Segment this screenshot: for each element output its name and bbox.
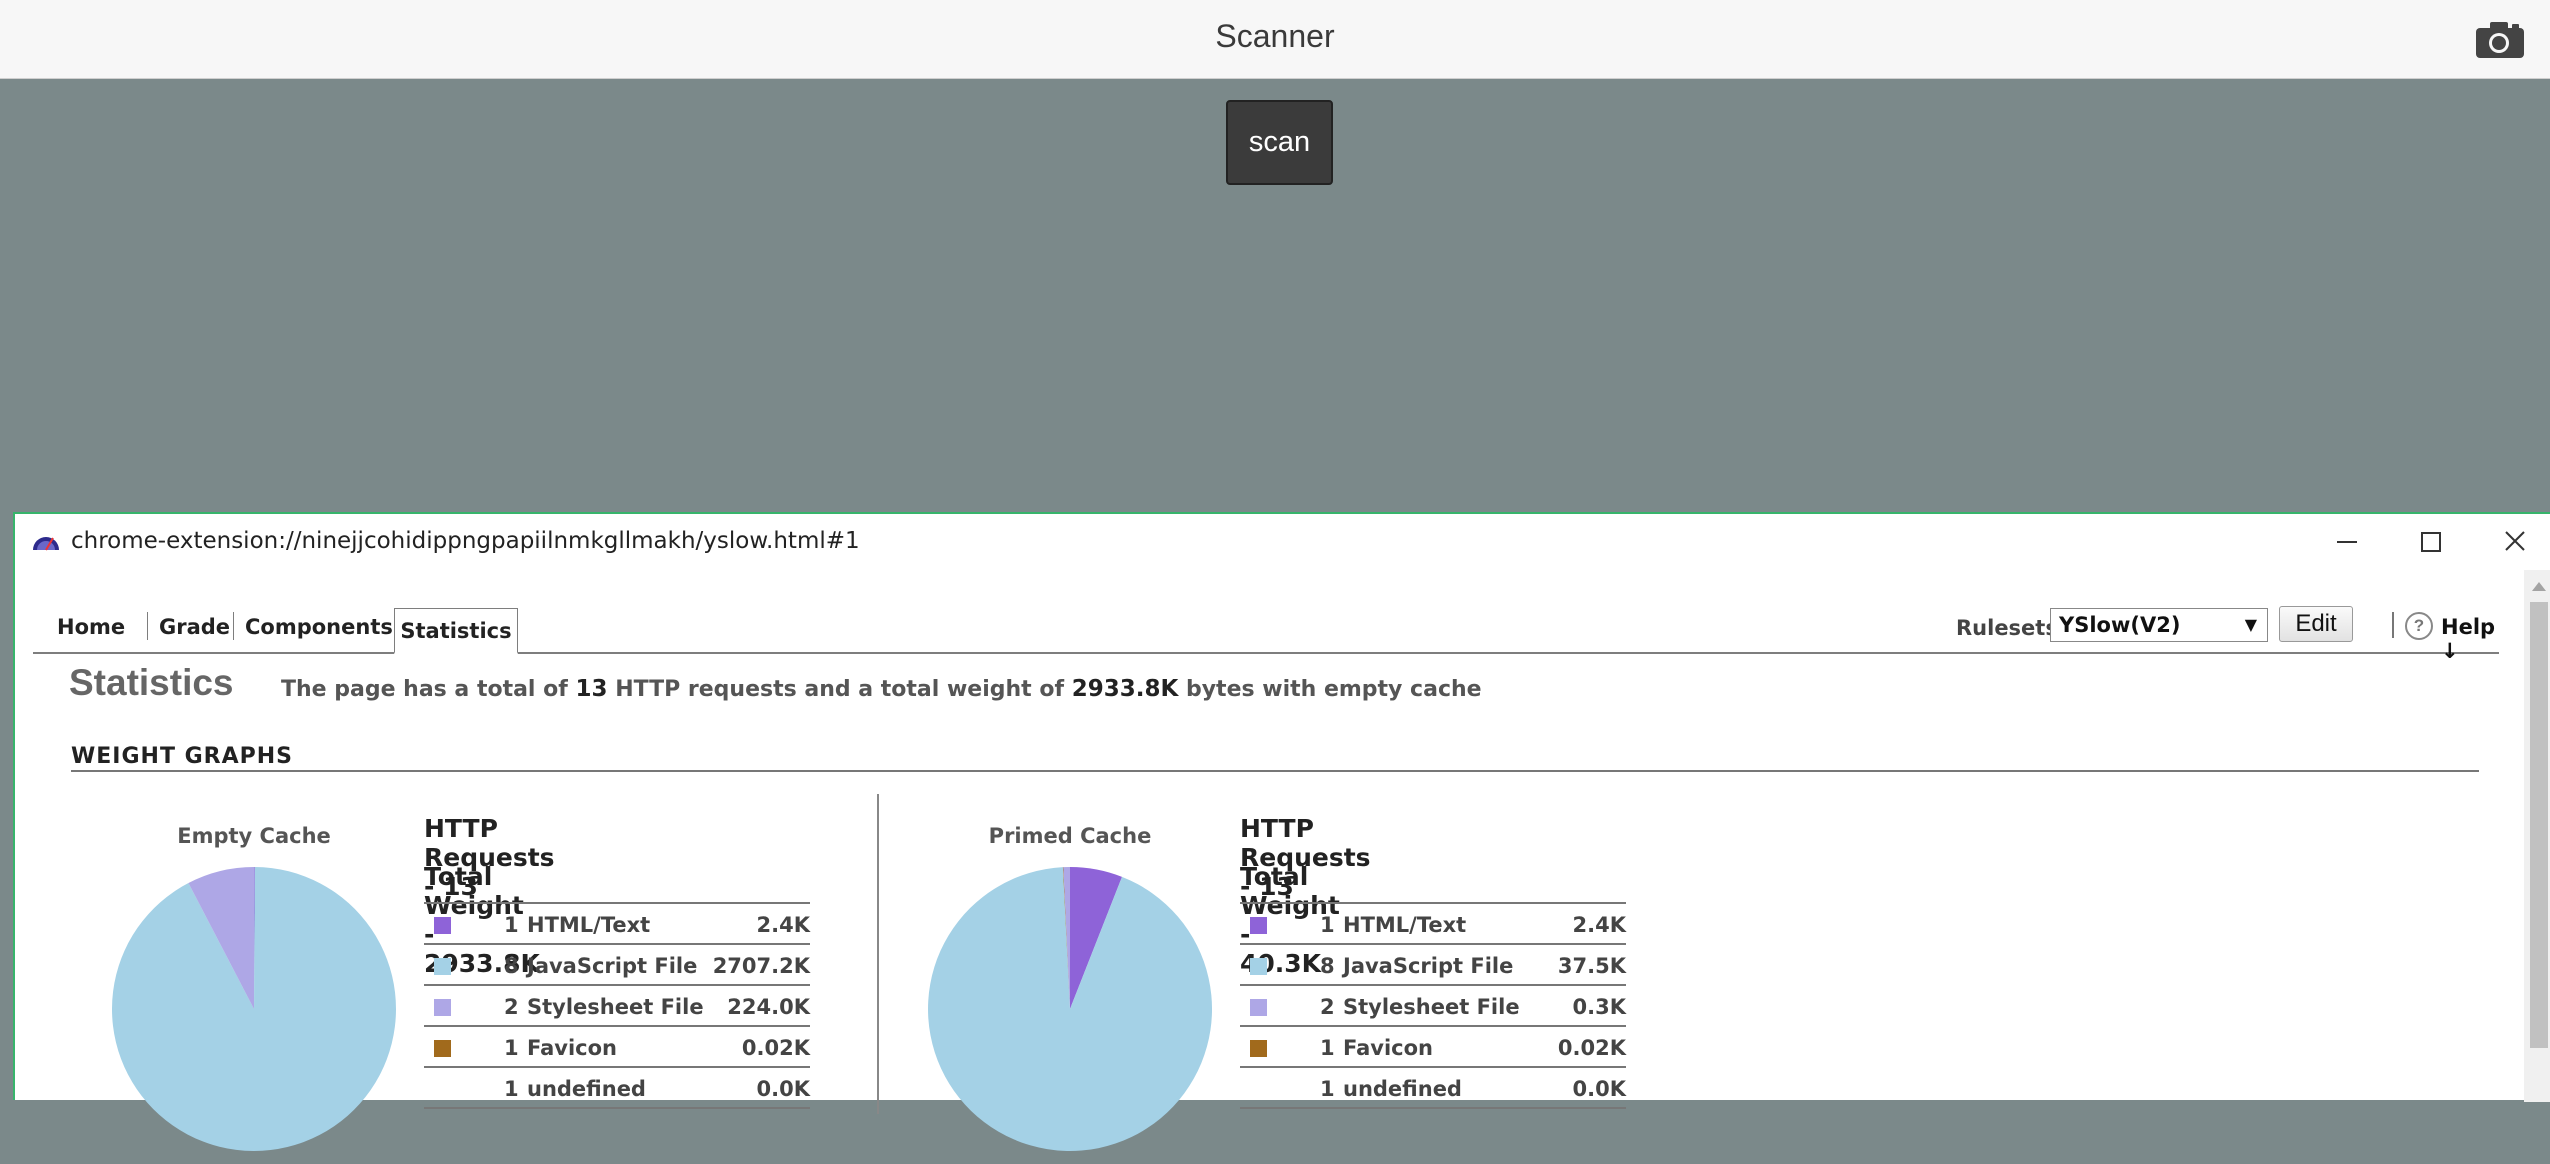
row-type: HTML/Text <box>527 913 651 937</box>
table-row: 1 HTML/Text 2.4K <box>1240 904 1626 945</box>
table-row: 1 undefined 0.0K <box>424 1068 810 1109</box>
row-count: 1 <box>504 913 519 937</box>
row-type: undefined <box>1343 1077 1462 1101</box>
help-separator <box>2392 612 2394 638</box>
tab-separator <box>147 612 148 640</box>
minimize-icon[interactable] <box>2327 526 2367 558</box>
rulesets-label: Rulesets <box>1956 616 2058 640</box>
row-type: JavaScript File <box>527 954 698 978</box>
row-count: 2 <box>1320 995 1335 1019</box>
row-type: Stylesheet File <box>1343 995 1520 1019</box>
row-size: 0.0K <box>1572 1077 1626 1101</box>
row-count: 1 <box>1320 913 1335 937</box>
row-size: 37.5K <box>1557 954 1626 978</box>
weight-graphs-heading: WEIGHT GRAPHS <box>71 744 294 769</box>
empty-cache-label: Empty Cache <box>177 824 331 848</box>
scrollbar-thumb[interactable] <box>2530 602 2548 1048</box>
row-type: Stylesheet File <box>527 995 704 1019</box>
legend-swatch <box>434 917 451 934</box>
summary-suffix: bytes with empty cache <box>1185 677 1482 702</box>
tab-home[interactable]: Home <box>57 610 125 644</box>
legend-swatch <box>434 999 451 1016</box>
help-link[interactable]: Help ↓ <box>2441 615 2499 663</box>
legend-swatch <box>1250 1081 1267 1098</box>
summary-prefix: The page has a total of <box>281 677 568 702</box>
dropdown-arrow-icon: ▼ <box>2244 615 2257 634</box>
row-size: 0.02K <box>741 1036 810 1060</box>
help-icon[interactable]: ? <box>2405 612 2433 640</box>
row-type: HTML/Text <box>1343 913 1467 937</box>
rulesets-select[interactable]: YSlow(V2) ▼ <box>2050 608 2268 642</box>
legend-swatch <box>1250 958 1267 975</box>
row-count: 1 <box>1320 1077 1335 1101</box>
primed-cache-pie-chart <box>928 867 1213 1152</box>
legend-swatch <box>434 1081 451 1098</box>
row-count: 2 <box>504 995 519 1019</box>
row-count: 1 <box>504 1036 519 1060</box>
row-type: JavaScript File <box>1343 954 1514 978</box>
yslow-tabs: Home Grade Components Statistics Ruleset… <box>33 596 2499 663</box>
camera-icon[interactable] <box>2474 20 2526 60</box>
app-title: Scanner <box>1215 18 1335 54</box>
table-row: 1 undefined 0.0K <box>1240 1068 1626 1109</box>
row-size: 2707.2K <box>712 954 810 978</box>
row-size: 0.0K <box>756 1077 810 1101</box>
heading-divider <box>71 770 2479 772</box>
empty-cache-table: 1 HTML/Text 2.4K 8 JavaScript File 2707.2K 2 St… <box>424 902 810 1109</box>
close-icon[interactable] <box>2495 526 2535 558</box>
yslow-gauge-icon <box>31 530 61 552</box>
legend-swatch <box>1250 1040 1267 1057</box>
row-count: 1 <box>1320 1036 1335 1060</box>
app-header: Scanner <box>0 0 2550 79</box>
statistics-summary: The page has a total of 13 HTTP requests… <box>281 676 1482 702</box>
row-size: 0.3K <box>1572 995 1626 1019</box>
table-row: 2 Stylesheet File 224.0K <box>424 986 810 1027</box>
table-row: 8 JavaScript File 2707.2K <box>424 945 810 986</box>
summary-middle: HTTP requests and a total weight of <box>615 677 1065 702</box>
scan-button[interactable]: scan <box>1226 100 1333 185</box>
empty-cache-pie-chart <box>111 866 396 1151</box>
primed-cache-table: 1 HTML/Text 2.4K 8 JavaScript File 37.5K 2 Styl… <box>1240 902 1626 1109</box>
row-type: Favicon <box>1343 1036 1433 1060</box>
table-row: 8 JavaScript File 37.5K <box>1240 945 1626 986</box>
yslow-window: chrome-extension://ninejjcohidippngpapii… <box>13 512 2550 1152</box>
row-size: 224.0K <box>727 995 810 1019</box>
panel-divider <box>877 794 879 1114</box>
row-type: undefined <box>527 1077 646 1101</box>
legend-swatch <box>434 1040 451 1057</box>
edit-ruleset-button[interactable]: Edit <box>2279 606 2353 642</box>
row-count: 8 <box>1320 954 1335 978</box>
legend-swatch <box>1250 917 1267 934</box>
row-count: 8 <box>504 954 519 978</box>
table-row: 1 HTML/Text 2.4K <box>424 904 810 945</box>
row-size: 2.4K <box>756 913 810 937</box>
table-row: 2 Stylesheet File 0.3K <box>1240 986 1626 1027</box>
maximize-icon[interactable] <box>2411 526 2451 558</box>
window-url: chrome-extension://ninejjcohidippngpapii… <box>71 528 860 554</box>
row-type: Favicon <box>527 1036 617 1060</box>
table-row: 1 Favicon 0.02K <box>1240 1027 1626 1068</box>
page-title: Statistics <box>69 662 234 703</box>
rulesets-selected-value: YSlow(V2) <box>2059 613 2181 637</box>
legend-swatch <box>434 958 451 975</box>
vertical-scrollbar[interactable] <box>2524 570 2550 1102</box>
row-size: 2.4K <box>1572 913 1626 937</box>
tab-separator <box>233 612 234 640</box>
legend-swatch <box>1250 999 1267 1016</box>
row-count: 1 <box>504 1077 519 1101</box>
window-titlebar: chrome-extension://ninejjcohidippngpapii… <box>15 514 2550 570</box>
tab-grade[interactable]: Grade <box>159 610 230 644</box>
row-size: 0.02K <box>1557 1036 1626 1060</box>
summary-total-weight: 2933.8K <box>1071 676 1179 702</box>
summary-request-count: 13 <box>575 676 608 702</box>
scroll-up-icon[interactable] <box>2532 582 2546 591</box>
tab-components[interactable]: Components <box>245 610 393 644</box>
tab-statistics[interactable]: Statistics <box>394 608 518 654</box>
primed-cache-label: Primed Cache <box>988 824 1152 848</box>
table-row: 1 Favicon 0.02K <box>424 1027 810 1068</box>
